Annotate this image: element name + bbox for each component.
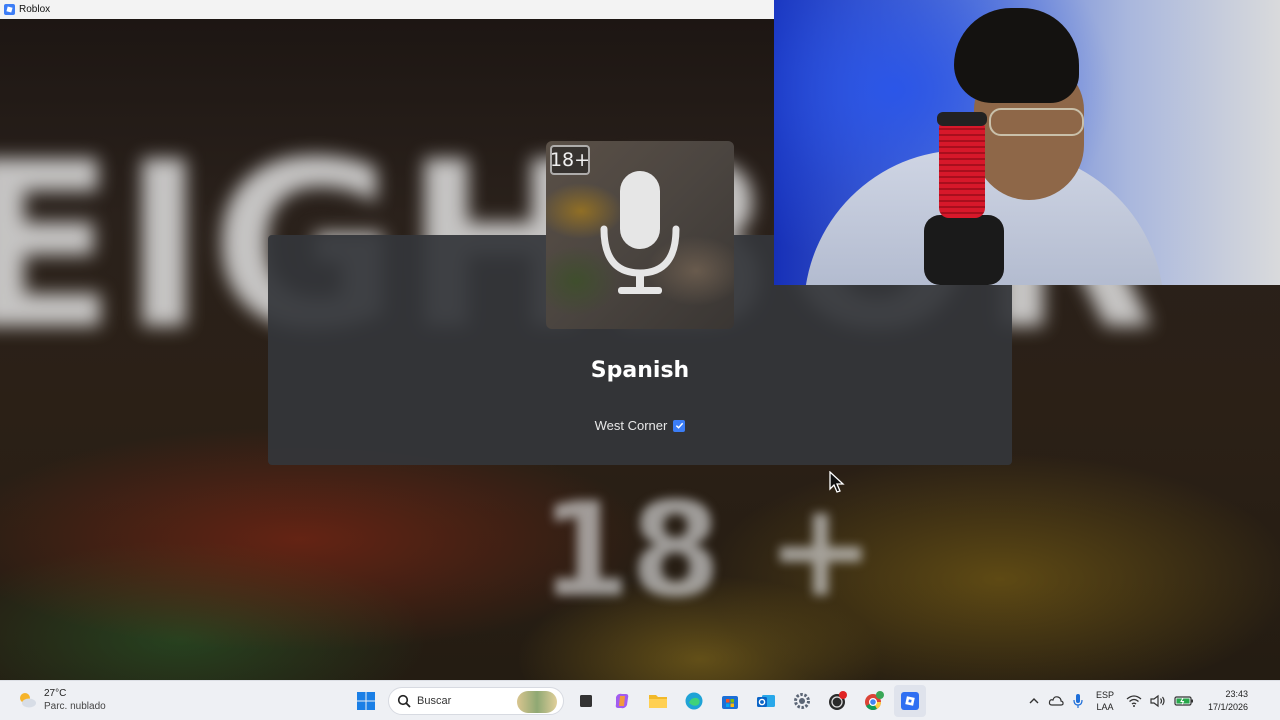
chrome-icon: [865, 691, 884, 710]
background-age-text: 18 +: [540, 474, 876, 626]
roblox-app-icon: [4, 4, 15, 15]
clock-date: 17/1/2026: [1208, 702, 1249, 712]
gear-icon: [794, 693, 810, 709]
edge-icon: [685, 692, 703, 710]
start-button[interactable]: [350, 685, 382, 717]
search-icon: [397, 694, 411, 708]
volume-icon[interactable]: [1150, 694, 1166, 708]
file-explorer-icon: [649, 695, 667, 708]
window-titlebar[interactable]: Roblox: [0, 0, 774, 19]
obs-icon: [829, 691, 847, 710]
chevron-up-icon[interactable]: [1028, 695, 1040, 707]
edge-button[interactable]: [678, 685, 710, 717]
task-view-button[interactable]: [570, 685, 602, 717]
taskbar-clock[interactable]: 23:43 17/1/2026: [1208, 688, 1248, 714]
file-explorer-button[interactable]: [642, 685, 674, 717]
creator-info: West Corner: [268, 418, 1012, 433]
taskbar-pinned-apps: Buscar: [350, 685, 926, 717]
webcam-mic-stand: [924, 215, 1004, 285]
taskbar-search-box[interactable]: Buscar: [388, 687, 564, 715]
microphone-icon: [600, 171, 680, 294]
copilot-icon: [615, 693, 629, 709]
webcam-person-hair: [954, 8, 1079, 103]
microsoft-store-button[interactable]: [714, 685, 746, 717]
roblox-icon: [901, 692, 919, 710]
obs-button[interactable]: [822, 685, 854, 717]
webcam-microphone-cap: [937, 112, 987, 126]
weather-description: Parc. nublado: [44, 701, 106, 712]
input-language-indicator[interactable]: ESP LAA: [1096, 689, 1114, 713]
game-thumbnail[interactable]: 18+: [546, 141, 734, 329]
webcam-person-glasses: [989, 108, 1084, 136]
webcam-microphone: [939, 118, 985, 218]
webcam-overlay: [774, 0, 1280, 285]
settings-button[interactable]: [786, 685, 818, 717]
windows-start-icon: [357, 692, 375, 710]
creator-name[interactable]: West Corner: [595, 418, 668, 433]
outlook-button[interactable]: [750, 685, 782, 717]
outlook-icon: [757, 695, 775, 707]
system-tray: ESP LAA 23:43 17/1/2026: [1028, 685, 1248, 717]
weather-widget[interactable]: 27°C Parc. nublado: [16, 687, 106, 713]
microsoft-store-icon: [722, 696, 738, 709]
keyboard-layout-code: LAA: [1096, 702, 1114, 712]
task-view-icon: [580, 695, 592, 707]
battery-charging-icon[interactable]: [1174, 695, 1194, 707]
taskbar: 27°C Parc. nublado Buscar ESP LAA 23:43 …: [0, 680, 1280, 720]
game-title: Spanish: [590, 358, 690, 383]
mouse-cursor-icon: [829, 471, 845, 493]
age-badge: 18+: [550, 145, 590, 175]
partly-cloudy-icon: [20, 693, 36, 708]
verified-badge-icon: [673, 419, 686, 432]
cloud-sync-icon[interactable]: [1048, 694, 1064, 708]
clock-time: 23:43: [1225, 689, 1249, 699]
microphone-tray-icon[interactable]: [1072, 693, 1084, 709]
chrome-button[interactable]: [858, 685, 890, 717]
window-title: Roblox: [19, 4, 51, 15]
search-placeholder: Buscar: [417, 695, 452, 707]
weather-temperature: 27°C: [44, 688, 67, 699]
language-code: ESP: [1096, 690, 1115, 700]
search-highlight-image: [517, 691, 557, 713]
roblox-button[interactable]: [894, 685, 926, 717]
copilot-button[interactable]: [606, 685, 638, 717]
wifi-icon[interactable]: [1126, 694, 1142, 708]
